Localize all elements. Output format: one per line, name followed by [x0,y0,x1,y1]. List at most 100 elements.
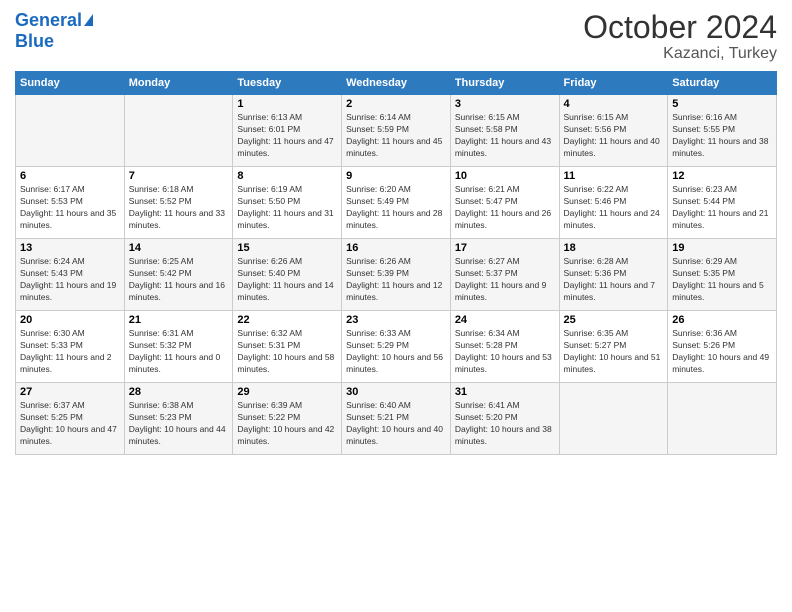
day-number: 7 [129,170,229,182]
day-number: 26 [672,314,772,326]
week-row-4: 20 Sunrise: 6:30 AMSunset: 5:33 PMDayligh… [16,311,777,383]
day-cell [559,383,668,455]
day-number: 11 [564,170,664,182]
day-number: 12 [672,170,772,182]
day-info: Sunrise: 6:40 AMSunset: 5:21 PMDaylight:… [346,400,446,448]
day-number: 29 [237,386,337,398]
day-cell: 9 Sunrise: 6:20 AMSunset: 5:49 PMDaylight… [342,167,451,239]
week-row-2: 6 Sunrise: 6:17 AMSunset: 5:53 PMDaylight… [16,167,777,239]
day-info: Sunrise: 6:22 AMSunset: 5:46 PMDaylight:… [564,184,664,232]
day-info: Sunrise: 6:21 AMSunset: 5:47 PMDaylight:… [455,184,555,232]
col-monday: Monday [124,72,233,95]
day-number: 31 [455,386,555,398]
week-row-1: 1 Sunrise: 6:13 AMSunset: 6:01 PMDaylight… [16,95,777,167]
week-row-3: 13 Sunrise: 6:24 AMSunset: 5:43 PMDayligh… [16,239,777,311]
day-cell: 15 Sunrise: 6:26 AMSunset: 5:40 PMDayligh… [233,239,342,311]
day-number: 30 [346,386,446,398]
day-info: Sunrise: 6:36 AMSunset: 5:26 PMDaylight:… [672,328,772,376]
day-info: Sunrise: 6:14 AMSunset: 5:59 PMDaylight:… [346,112,446,160]
day-cell: 22 Sunrise: 6:32 AMSunset: 5:31 PMDayligh… [233,311,342,383]
day-number: 6 [20,170,120,182]
day-cell: 7 Sunrise: 6:18 AMSunset: 5:52 PMDaylight… [124,167,233,239]
header: General Blue October 2024 Kazanci, Turke… [15,10,777,63]
day-number: 18 [564,242,664,254]
day-number: 24 [455,314,555,326]
day-number: 17 [455,242,555,254]
logo: General Blue [15,10,93,51]
day-cell [124,95,233,167]
day-cell [16,95,125,167]
day-cell: 20 Sunrise: 6:30 AMSunset: 5:33 PMDayligh… [16,311,125,383]
day-cell: 16Sunrise: 6:26 AMSunset: 5:39 PMDayligh… [342,239,451,311]
day-number: 19 [672,242,772,254]
day-info: Sunrise: 6:18 AMSunset: 5:52 PMDaylight:… [129,184,229,232]
logo-line2: Blue [15,31,93,52]
day-info: Sunrise: 6:15 AMSunset: 5:58 PMDaylight:… [455,112,555,160]
day-number: 21 [129,314,229,326]
day-number: 20 [20,314,120,326]
day-info: Sunrise: 6:20 AMSunset: 5:49 PMDaylight:… [346,184,446,232]
day-cell: 13 Sunrise: 6:24 AMSunset: 5:43 PMDayligh… [16,239,125,311]
day-info: Sunrise: 6:29 AMSunset: 5:35 PMDaylight:… [672,256,772,304]
day-cell: 2 Sunrise: 6:14 AMSunset: 5:59 PMDaylight… [342,95,451,167]
day-cell: 17 Sunrise: 6:27 AMSunset: 5:37 PMDayligh… [450,239,559,311]
day-cell: 8Sunrise: 6:19 AMSunset: 5:50 PMDaylight… [233,167,342,239]
day-info: Sunrise: 6:37 AMSunset: 5:25 PMDaylight:… [20,400,120,448]
day-number: 14 [129,242,229,254]
header-row: Sunday Monday Tuesday Wednesday Thursday… [16,72,777,95]
logo-line1: General [15,10,93,31]
day-cell: 27 Sunrise: 6:37 AMSunset: 5:25 PMDayligh… [16,383,125,455]
day-number: 27 [20,386,120,398]
day-info: Sunrise: 6:34 AMSunset: 5:28 PMDaylight:… [455,328,555,376]
day-number: 23 [346,314,446,326]
day-number: 8 [237,170,337,182]
day-number: 9 [346,170,446,182]
day-cell [668,383,777,455]
day-cell: 6 Sunrise: 6:17 AMSunset: 5:53 PMDaylight… [16,167,125,239]
calendar-table: Sunday Monday Tuesday Wednesday Thursday… [15,71,777,455]
day-cell: 11 Sunrise: 6:22 AMSunset: 5:46 PMDayligh… [559,167,668,239]
calendar-subtitle: Kazanci, Turkey [583,45,777,63]
day-info: Sunrise: 6:32 AMSunset: 5:31 PMDaylight:… [237,328,337,376]
day-number: 2 [346,98,446,110]
day-number: 22 [237,314,337,326]
day-number: 5 [672,98,772,110]
day-number: 16 [346,242,446,254]
day-number: 4 [564,98,664,110]
page: General Blue October 2024 Kazanci, Turke… [0,0,792,612]
day-info: Sunrise: 6:41 AMSunset: 5:20 PMDaylight:… [455,400,555,448]
day-cell: 30 Sunrise: 6:40 AMSunset: 5:21 PMDayligh… [342,383,451,455]
day-info: Sunrise: 6:24 AMSunset: 5:43 PMDaylight:… [20,256,120,304]
day-number: 15 [237,242,337,254]
title-block: October 2024 Kazanci, Turkey [583,10,777,63]
col-friday: Friday [559,72,668,95]
calendar-title: October 2024 [583,10,777,45]
day-number: 13 [20,242,120,254]
day-cell: 18Sunrise: 6:28 AMSunset: 5:36 PMDayligh… [559,239,668,311]
day-cell: 10 Sunrise: 6:21 AMSunset: 5:47 PMDayligh… [450,167,559,239]
day-number: 3 [455,98,555,110]
day-info: Sunrise: 6:17 AMSunset: 5:53 PMDaylight:… [20,184,120,232]
day-info: Sunrise: 6:13 AMSunset: 6:01 PMDaylight:… [237,112,337,160]
day-info: Sunrise: 6:38 AMSunset: 5:23 PMDaylight:… [129,400,229,448]
day-info: Sunrise: 6:25 AMSunset: 5:42 PMDaylight:… [129,256,229,304]
day-number: 1 [237,98,337,110]
day-cell: 19 Sunrise: 6:29 AMSunset: 5:35 PMDayligh… [668,239,777,311]
day-cell: 31 Sunrise: 6:41 AMSunset: 5:20 PMDayligh… [450,383,559,455]
day-info: Sunrise: 6:26 AMSunset: 5:40 PMDaylight:… [237,256,337,304]
day-info: Sunrise: 6:15 AMSunset: 5:56 PMDaylight:… [564,112,664,160]
day-number: 10 [455,170,555,182]
day-cell: 5 Sunrise: 6:16 AMSunset: 5:55 PMDaylight… [668,95,777,167]
day-info: Sunrise: 6:23 AMSunset: 5:44 PMDaylight:… [672,184,772,232]
col-saturday: Saturday [668,72,777,95]
day-cell: 25Sunrise: 6:35 AMSunset: 5:27 PMDayligh… [559,311,668,383]
day-cell: 29 Sunrise: 6:39 AMSunset: 5:22 PMDayligh… [233,383,342,455]
col-wednesday: Wednesday [342,72,451,95]
day-info: Sunrise: 6:27 AMSunset: 5:37 PMDaylight:… [455,256,555,304]
col-tuesday: Tuesday [233,72,342,95]
day-cell: 3 Sunrise: 6:15 AMSunset: 5:58 PMDaylight… [450,95,559,167]
day-info: Sunrise: 6:39 AMSunset: 5:22 PMDaylight:… [237,400,337,448]
day-number: 28 [129,386,229,398]
day-info: Sunrise: 6:30 AMSunset: 5:33 PMDaylight:… [20,328,120,376]
day-info: Sunrise: 6:16 AMSunset: 5:55 PMDaylight:… [672,112,772,160]
